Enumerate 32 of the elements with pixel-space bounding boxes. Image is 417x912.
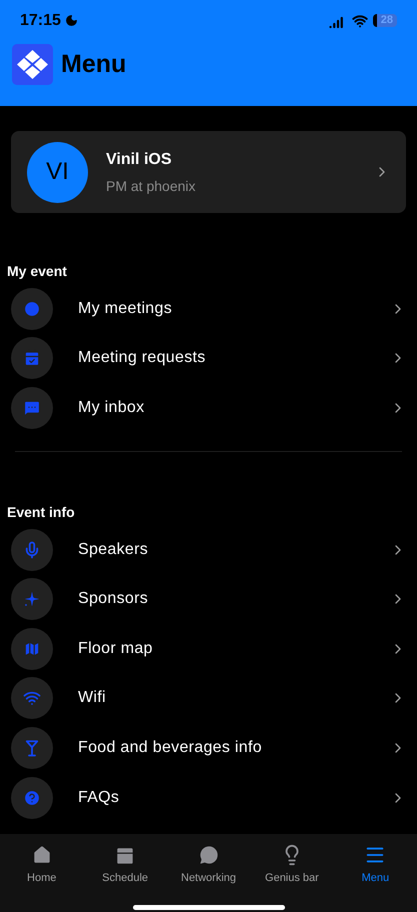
menu-item[interactable]: Sponsors (11, 574, 406, 624)
section-heading: My event (7, 262, 68, 281)
profile-name: Vinil iOS (106, 150, 172, 170)
help-icon (23, 788, 41, 807)
menu-item[interactable]: Floor map (11, 624, 406, 674)
menu-item[interactable]: My meetings (11, 284, 406, 334)
chat-bubble-icon (198, 844, 220, 866)
tab[interactable]: Schedule (83, 844, 167, 886)
tab[interactable]: Networking (166, 844, 250, 886)
menu-item[interactable]: Meeting requests (11, 334, 406, 384)
section-heading: Event info (7, 502, 76, 522)
app-logo-icon (12, 44, 53, 85)
cocktail-icon (23, 738, 41, 757)
wifi-icon (23, 689, 41, 708)
avatar: VI (27, 142, 88, 202)
sparkles-icon (23, 590, 41, 608)
tab[interactable]: Home (0, 844, 84, 886)
status-time: 17:15 (20, 10, 61, 30)
menu-item[interactable]: FAQs (11, 772, 406, 822)
microphone-icon (23, 540, 41, 559)
page-title: Menu (61, 48, 126, 80)
moon-icon (64, 14, 78, 27)
menu-item[interactable]: Speakers (11, 524, 406, 574)
menu-item[interactable]: Food and beverages info (11, 723, 406, 773)
profile-role: PM at phoenix (106, 176, 196, 196)
tab[interactable]: Genius bar (250, 844, 334, 886)
wifi-status-icon (352, 12, 368, 28)
menu-item[interactable]: My inbox (11, 383, 406, 433)
tab[interactable]: Menu (334, 844, 417, 886)
menu-item[interactable]: Wifi (11, 674, 406, 724)
profile-card[interactable]: VI Vinil iOS PM at phoenix (11, 131, 406, 213)
chat-icon (23, 398, 41, 417)
